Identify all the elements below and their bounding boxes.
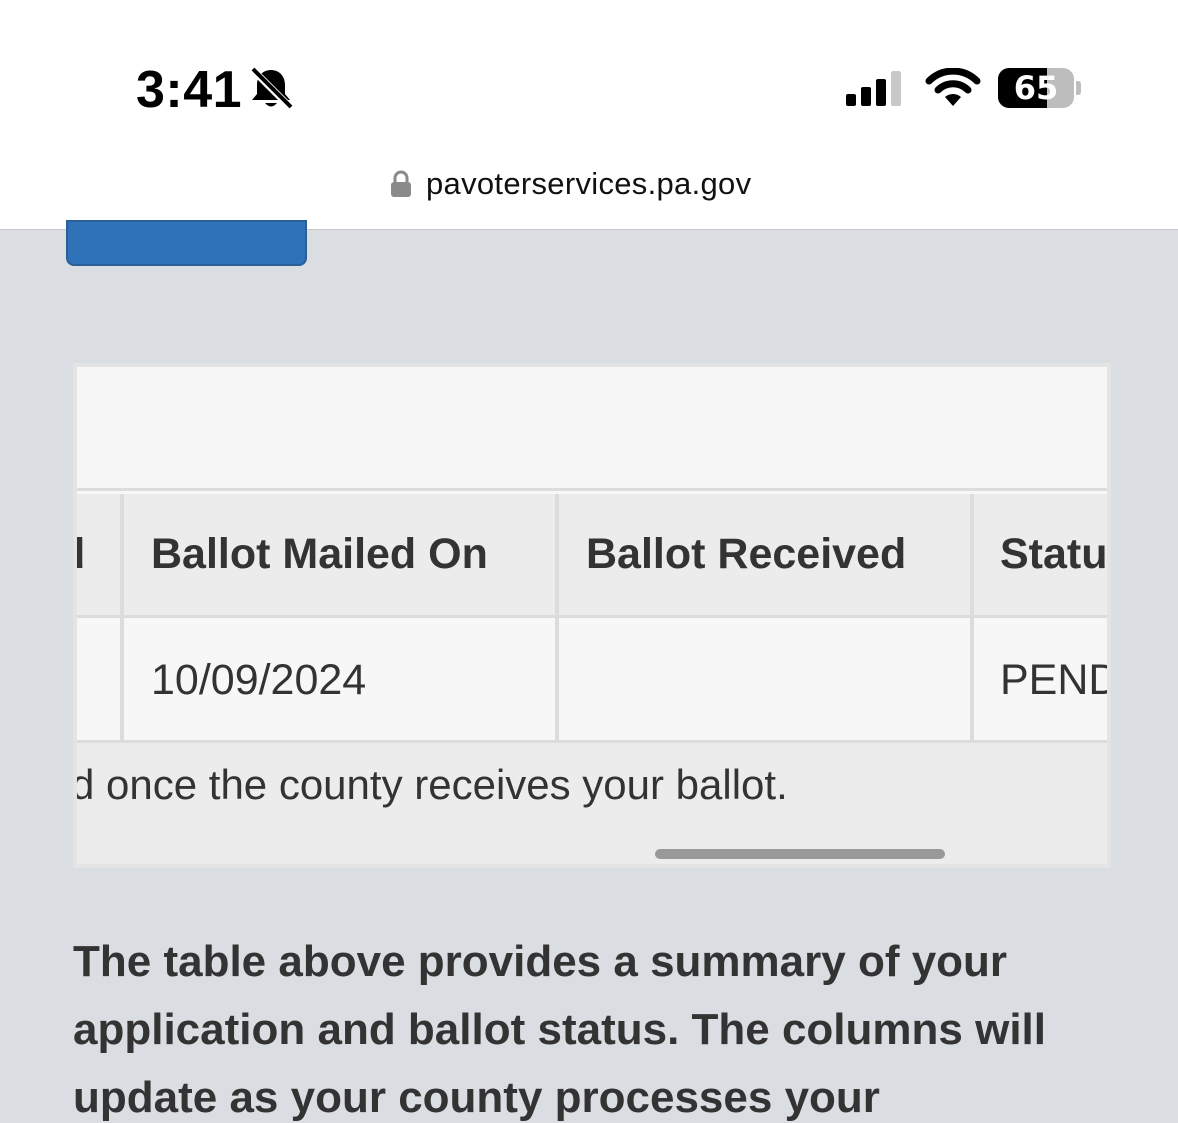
table-cell xyxy=(77,618,124,743)
cell-ballot-received xyxy=(559,618,974,743)
horizontal-scrollbar[interactable] xyxy=(655,849,945,859)
summary-paragraph: The table above provides a summary of yo… xyxy=(73,937,1047,1122)
footnote-text: d once the county receives your ballot. xyxy=(77,761,788,808)
clock: 3:41 xyxy=(136,61,243,119)
wifi-icon xyxy=(925,68,981,106)
table-header-cell: d xyxy=(77,494,124,618)
header-ballot-mailed-on: Ballot Mailed On xyxy=(124,494,559,618)
ballot-status-card: d Ballot Mailed On Ballot Received Statu… xyxy=(73,363,1111,868)
header-status: Statu xyxy=(974,494,1107,618)
address-bar[interactable]: pavoterservices.pa.gov xyxy=(0,150,1178,230)
bell-slash-icon xyxy=(249,66,293,110)
table-caption-area xyxy=(77,367,1107,491)
url-text: pavoterservices.pa.gov xyxy=(426,166,752,201)
cell-ballot-mailed-on: 10/09/2024 xyxy=(124,618,559,743)
battery-level: 65 xyxy=(1013,69,1059,107)
table-footnote: d once the county receives your ballot. xyxy=(77,743,1107,864)
table-scroll-area[interactable]: d Ballot Mailed On Ballot Received Statu… xyxy=(77,367,1107,864)
cellular-signal-icon xyxy=(846,71,901,106)
header-ballot-received: Ballot Received xyxy=(559,494,974,618)
lock-icon xyxy=(391,170,411,197)
status-bar: 3:41 65 xyxy=(0,0,1178,150)
battery-icon: 65 xyxy=(998,68,1082,110)
primary-button[interactable] xyxy=(66,220,307,266)
cell-status: PEND xyxy=(974,618,1107,743)
